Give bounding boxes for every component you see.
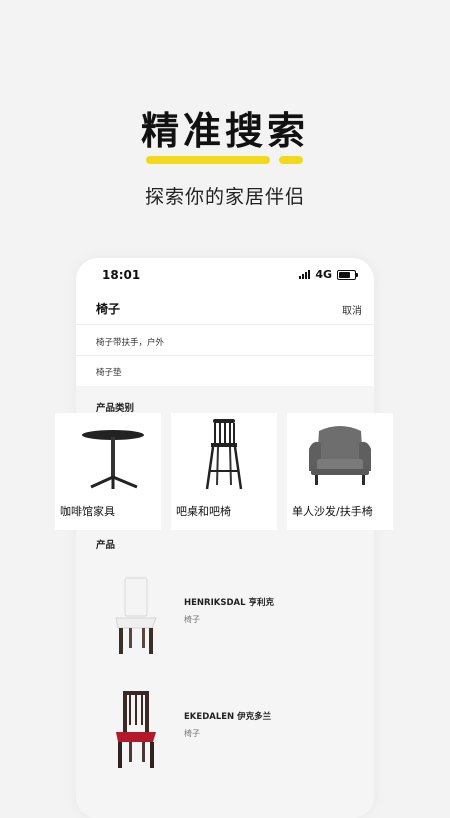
network-type: 4G (315, 268, 332, 281)
status-indicators: 4G (299, 268, 358, 281)
red-seat-dark-chair-image[interactable] (108, 688, 164, 772)
suggestion-item[interactable]: 椅子带扶手，户外 (96, 336, 164, 348)
bar-stool-image (205, 419, 243, 490)
white-upholstered-chair-image[interactable] (108, 574, 164, 658)
product-category: 椅子 (184, 615, 200, 624)
suggestion-item[interactable]: 椅子垫 (96, 366, 122, 378)
subheadline: 探索你的家居伴侣 (144, 186, 305, 208)
headline: 精准搜索 (140, 109, 309, 153)
search-bar[interactable]: 椅子 取消 (76, 296, 374, 320)
category-card-cafe[interactable]: 咖啡馆家具 (55, 413, 161, 530)
divider (76, 355, 374, 356)
signal-icon (299, 270, 311, 279)
accent-bar-short (279, 156, 303, 164)
categories-title: 产品类别 (96, 403, 135, 414)
battery-icon (337, 269, 358, 280)
product-name[interactable]: EKEDALEN 伊克多兰 (184, 710, 271, 722)
products-title: 产品 (96, 540, 116, 551)
product-category: 椅子 (184, 729, 200, 738)
status-time: 18:01 (102, 268, 141, 282)
category-card-bar[interactable]: 吧桌和吧椅 (171, 413, 277, 530)
phone-mockup: 18:01 4G 椅子 取消 椅子带扶手，户外 椅子垫 产品类别 产品 HENR… (76, 258, 374, 818)
category-label: 咖啡馆家具 (60, 505, 115, 518)
category-label: 吧桌和吧椅 (176, 505, 231, 518)
search-input[interactable]: 椅子 (96, 300, 120, 317)
product-name[interactable]: HENRIKSDAL 亨利克 (184, 596, 274, 608)
wingback-armchair-image (309, 426, 371, 485)
category-card-armchair[interactable]: 单人沙发/扶手椅 (287, 413, 393, 530)
category-label: 单人沙发/扶手椅 (292, 505, 373, 518)
cancel-button[interactable]: 取消 (342, 302, 362, 317)
accent-bar-long (146, 156, 270, 164)
divider (76, 324, 374, 325)
round-cafe-table-image (82, 430, 144, 489)
